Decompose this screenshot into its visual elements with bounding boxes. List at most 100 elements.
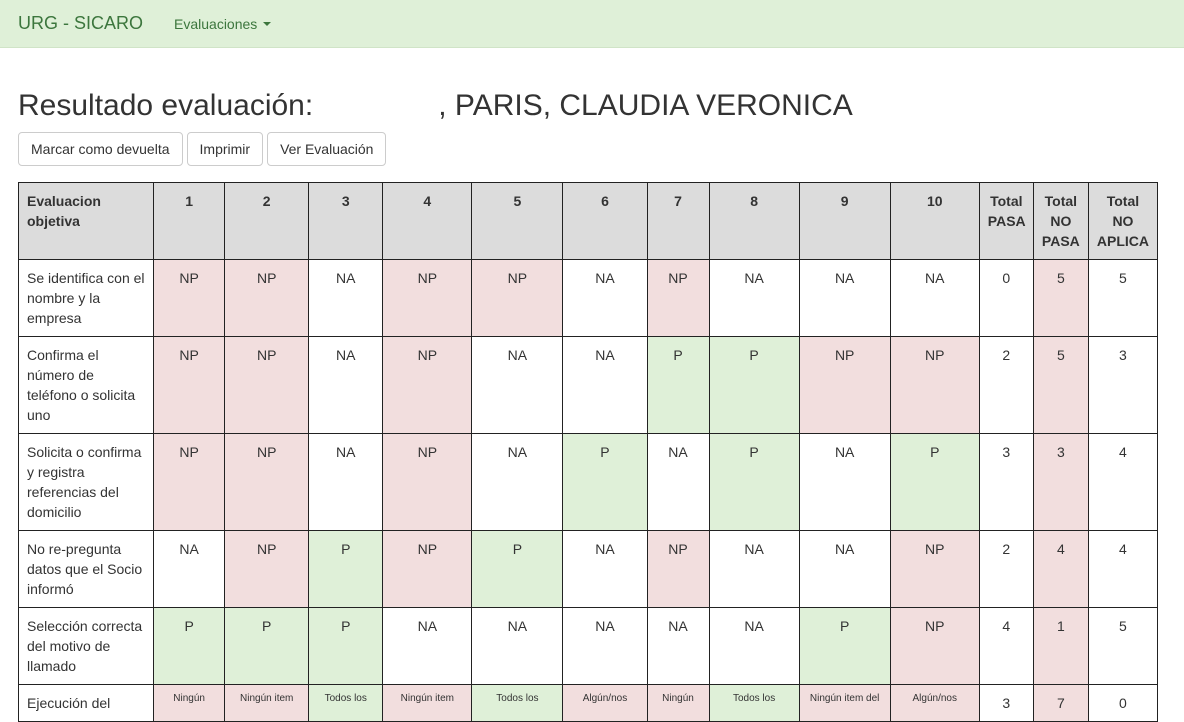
result-cell: NP (798, 336, 891, 434)
result-cell: NA (382, 607, 473, 685)
result-cell: NP (889, 607, 980, 685)
criterion-cell: No re-pregunta datos que el Socio inform… (17, 530, 155, 608)
total-no-aplica-cell: 3 (1087, 336, 1159, 434)
total-no-pasa-cell: 3 (1032, 433, 1089, 531)
table-row: Selección correcta del motivo de llamado… (17, 607, 1159, 685)
result-cell: NA (562, 530, 648, 608)
table-row: Solicita o confirma y registra referenci… (17, 433, 1159, 531)
result-cell: NP (646, 530, 710, 608)
total-no-pasa-cell: 4 (1032, 530, 1089, 608)
total-no-aplica-cell: 5 (1087, 259, 1159, 337)
result-cell: Algún/nos (889, 684, 980, 722)
title-prefix: Resultado evaluación: (18, 89, 314, 122)
result-cell: NA (798, 433, 891, 531)
result-cell: P (308, 530, 384, 608)
header-col-8: 8 (708, 182, 800, 260)
table-row: Se identifica con el nombre y la empresa… (17, 259, 1159, 337)
result-cell: P (224, 607, 310, 685)
total-no-aplica-cell: 4 (1087, 530, 1159, 608)
total-no-pasa-cell: 1 (1032, 607, 1089, 685)
result-cell: NP (224, 259, 310, 337)
result-cell: Ningún item (382, 684, 473, 722)
total-no-pasa-cell: 7 (1032, 684, 1089, 722)
result-cell: NP (382, 433, 473, 531)
result-cell: Todos los (708, 684, 800, 722)
result-cell: NA (562, 259, 648, 337)
result-cell: NP (471, 259, 564, 337)
result-cell: P (153, 607, 226, 685)
header-col-9: 9 (798, 182, 891, 260)
result-cell: NP (889, 336, 980, 434)
table-row: Confirma el número de teléfono o solicit… (17, 336, 1159, 434)
total-no-aplica-cell: 0 (1087, 684, 1159, 722)
criterion-cell: Selección correcta del motivo de llamado (17, 607, 155, 685)
result-cell: NA (471, 607, 564, 685)
criterion-cell: Solicita o confirma y registra referenci… (17, 433, 155, 531)
criterion-cell: Confirma el número de teléfono o solicit… (17, 336, 155, 434)
result-cell: NA (646, 607, 710, 685)
header-col-2: 2 (224, 182, 310, 260)
result-cell: NA (153, 530, 226, 608)
header-col-12: Total NO PASA (1032, 182, 1089, 260)
page-title: Resultado evaluación: , PARIS, CLAUDIA V… (18, 89, 1166, 123)
result-cell: NP (889, 530, 980, 608)
header-col-1: 1 (153, 182, 226, 260)
total-pasa-cell: 2 (978, 336, 1034, 434)
result-cell: NA (471, 433, 564, 531)
total-no-pasa-cell: 5 (1032, 336, 1089, 434)
total-no-pasa-cell: 5 (1032, 259, 1089, 337)
header-criterion: Evaluacion objetiva (17, 182, 155, 260)
result-cell: NA (889, 259, 980, 337)
caret-down-icon (263, 21, 272, 26)
evaluated-person-name: , PARIS, CLAUDIA VERONICA (438, 89, 853, 122)
header-col-6: 6 (562, 182, 648, 260)
criterion-cell: Se identifica con el nombre y la empresa (17, 259, 155, 337)
result-cell: Ningún item (224, 684, 310, 722)
evaluaciones-dropdown[interactable]: Evaluaciones (174, 15, 272, 32)
result-cell: NP (224, 530, 310, 608)
result-cell: Algún/nos (562, 684, 648, 722)
result-cell: NP (224, 336, 310, 434)
result-cell: P (798, 607, 891, 685)
result-cell: P (708, 433, 800, 531)
result-cell: NA (646, 433, 710, 531)
total-pasa-cell: 3 (978, 433, 1034, 531)
result-cell: NP (382, 259, 473, 337)
total-pasa-cell: 3 (978, 684, 1034, 722)
result-cell: NA (562, 336, 648, 434)
result-cell: Ningún item del (798, 684, 891, 722)
result-cell: Ningún (646, 684, 710, 722)
total-no-aplica-cell: 4 (1087, 433, 1159, 531)
brand-link[interactable]: URG - SICARO (18, 13, 143, 34)
header-col-7: 7 (646, 182, 710, 260)
mark-returned-button[interactable]: Marcar como devuelta (18, 132, 183, 166)
result-cell: NA (308, 259, 384, 337)
result-cell: P (562, 433, 648, 531)
navbar: URG - SICARO Evaluaciones (0, 0, 1184, 48)
criterion-cell: Ejecución del (17, 684, 155, 722)
total-pasa-cell: 4 (978, 607, 1034, 685)
result-cell: NP (224, 433, 310, 531)
table-header-row: Evaluacion objetiva 1 2 3 4 5 6 7 8 9 10 Total PASA… (17, 182, 1159, 260)
table-row: No re-pregunta datos que el Socio inform… (17, 530, 1159, 608)
result-cell: P (889, 433, 980, 531)
result-cell: P (708, 336, 800, 434)
result-cell: NA (798, 530, 891, 608)
result-cell: NA (308, 336, 384, 434)
table-row: Ejecución del Ningún Ningún item Todos los N… (17, 684, 1159, 722)
print-button[interactable]: Imprimir (186, 132, 264, 166)
evaluaciones-label: Evaluaciones (174, 15, 258, 32)
result-cell: NA (708, 259, 800, 337)
result-cell: P (646, 336, 710, 434)
result-cell: NA (708, 530, 800, 608)
result-cell: Ningún (153, 684, 226, 722)
result-cell: NA (708, 607, 800, 685)
view-evaluation-button[interactable]: Ver Evaluación (267, 132, 387, 166)
header-col-5: 5 (471, 182, 564, 260)
header-col-11: Total PASA (978, 182, 1034, 260)
header-col-3: 3 (308, 182, 384, 260)
action-buttons: Marcar como devuelta Imprimir Ver Evalua… (18, 132, 1166, 166)
result-cell: NP (382, 336, 473, 434)
result-cell: NA (308, 433, 384, 531)
table-body: Se identifica con el nombre y la empresa… (17, 259, 1159, 722)
